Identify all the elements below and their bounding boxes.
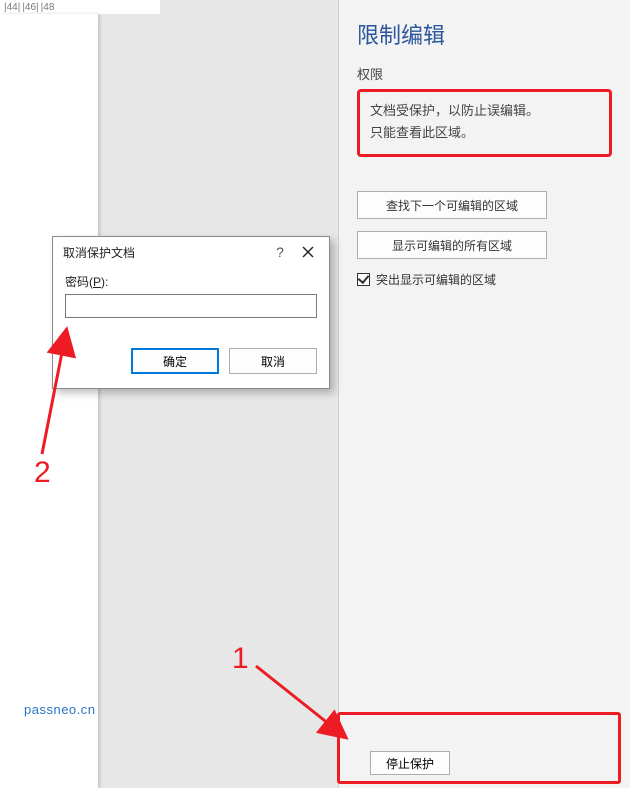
show-all-regions-button[interactable]: 显示可编辑的所有区域 [357, 231, 547, 259]
checkbox-icon [357, 273, 370, 286]
ok-button[interactable]: 确定 [131, 348, 219, 374]
protection-message: 文档受保护，以防止误编辑。 只能查看此区域。 [357, 89, 612, 157]
find-next-region-button[interactable]: 查找下一个可编辑的区域 [357, 191, 547, 219]
ruler: |44| |46| |48 [0, 0, 160, 14]
protection-line: 文档受保护，以防止误编辑。 [370, 100, 599, 122]
dialog-title: 取消保护文档 [63, 244, 267, 261]
protection-line: 只能查看此区域。 [370, 122, 599, 144]
dialog-titlebar[interactable]: 取消保护文档 ? [53, 237, 329, 267]
panel-title: 限制编辑 [357, 18, 612, 50]
cancel-button[interactable]: 取消 [229, 348, 317, 374]
permissions-heading: 权限 [357, 64, 612, 83]
annotation-number-1: 1 [232, 642, 249, 676]
document-page[interactable] [0, 14, 98, 788]
stop-protection-button[interactable]: 停止保护 [370, 751, 450, 775]
password-label: 密码(P): [65, 273, 317, 290]
unprotect-document-dialog: 取消保护文档 ? 密码(P): 确定 取消 [52, 236, 330, 389]
ruler-mark: |46| [22, 2, 38, 13]
highlight-regions-checkbox[interactable]: 突出显示可编辑的区域 [357, 271, 612, 288]
ruler-mark: |44| [4, 2, 20, 13]
close-icon[interactable] [293, 245, 323, 259]
ruler-mark: |48 [41, 2, 55, 13]
checkbox-label: 突出显示可编辑的区域 [376, 271, 496, 288]
password-input[interactable] [65, 294, 317, 318]
help-icon[interactable]: ? [267, 244, 293, 260]
restrict-editing-panel: 限制编辑 权限 文档受保护，以防止误编辑。 只能查看此区域。 查找下一个可编辑的… [338, 0, 630, 788]
